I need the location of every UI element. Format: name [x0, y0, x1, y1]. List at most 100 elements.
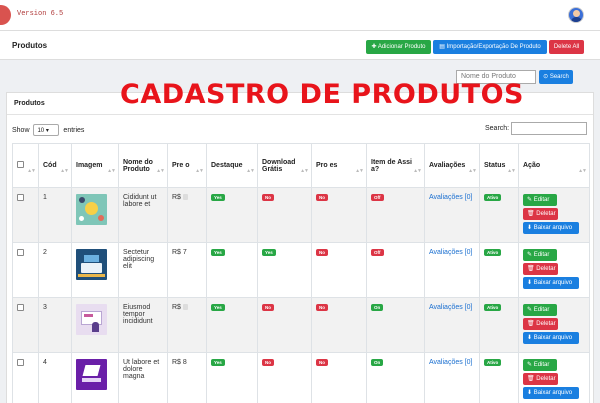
cell-preco: R$ 7	[167, 242, 207, 298]
table-search-label: Search:	[485, 125, 510, 132]
cell-preco: R$ 8	[167, 352, 207, 403]
entries-select[interactable]: 10 ▾	[33, 124, 60, 136]
sort-icon: ▲▼	[107, 168, 116, 174]
sort-icon: ▲▼	[413, 168, 422, 174]
destaque-badge: Yes	[211, 359, 225, 366]
status-badge: Ativo	[484, 304, 502, 311]
promocoes-badge: No	[316, 249, 328, 256]
search-button[interactable]: ⊙ Search	[539, 70, 573, 84]
edit-button[interactable]: ✎ Editar	[523, 249, 557, 261]
row-checkbox[interactable]	[17, 249, 24, 256]
edit-button[interactable]: ✎ Editar	[523, 304, 557, 316]
download-badge: No	[262, 304, 274, 311]
cell-nome: Sectetur adipiscing elit	[118, 242, 168, 298]
edit-icon: ✎	[527, 307, 533, 313]
col-acao[interactable]: Ação ▲▼	[518, 143, 590, 188]
edit-button[interactable]: ✎ Editar	[523, 359, 557, 371]
product-thumbnail[interactable]	[76, 249, 107, 280]
download-button[interactable]: ⬇ Baixar arquivo	[523, 277, 579, 289]
avaliacoes-link[interactable]: Avaliações [0]	[429, 249, 472, 256]
row-checkbox[interactable]	[17, 304, 24, 311]
show-entries: Show 10 ▾ entries	[12, 124, 84, 136]
trash-icon: 🗑	[527, 321, 535, 327]
cell-preco: R$	[167, 297, 207, 353]
cell-preco: R$	[167, 187, 207, 243]
download-button[interactable]: ⬇ Baixar arquivo	[523, 222, 579, 234]
sort-icon: ▲▼	[246, 168, 255, 174]
page-header: Produtos ✚ Adicionar Produto ▤ Importaçã…	[0, 31, 600, 60]
download-badge: No	[262, 194, 274, 201]
top-bar: Version 6.5	[0, 0, 600, 31]
download-button[interactable]: ⬇ Baixar arquivo	[523, 387, 579, 399]
product-thumbnail[interactable]	[76, 359, 107, 390]
trash-icon: 🗑	[527, 211, 535, 217]
edit-icon: ✎	[527, 362, 533, 368]
avaliacoes-link[interactable]: Avaliações [0]	[429, 359, 472, 366]
col-nome[interactable]: Nome do Produto ▲▼	[118, 143, 168, 188]
avaliacoes-link[interactable]: Avaliações [0]	[429, 304, 472, 311]
edit-icon: ✎	[527, 252, 533, 258]
row-checkbox[interactable]	[17, 194, 24, 201]
table-row: 2 Sectetur adipiscing elit R$ 7 Yes Yes …	[12, 242, 590, 298]
avaliacoes-link[interactable]: Avaliações [0]	[429, 194, 472, 201]
table-search-input[interactable]	[511, 122, 587, 135]
product-thumbnail[interactable]	[76, 304, 107, 335]
select-all-checkbox-cell[interactable]: ▲▼	[12, 143, 39, 188]
assinatura-badge: Off	[371, 194, 384, 201]
col-cod[interactable]: Cód ▲▼	[38, 143, 72, 188]
cell-nome: Eiusmod tempor incididunt	[118, 297, 168, 353]
col-download[interactable]: Download Grátis ▲▼	[257, 143, 312, 188]
promocoes-badge: No	[316, 359, 328, 366]
table-header-row: ▲▼ Cód ▲▼ Imagem ▲▼ Nome do Produto ▲▼ Pre …	[12, 143, 590, 188]
trash-icon: 🗑	[527, 266, 535, 272]
assinatura-badge: Off	[371, 249, 384, 256]
download-button[interactable]: ⬇ Baixar arquivo	[523, 332, 579, 344]
delete-button[interactable]: 🗑 Deletar	[523, 318, 558, 330]
cell-nome: Ut labore et dolore magna	[118, 352, 168, 403]
cell-cod: 3	[38, 297, 72, 353]
assinatura-badge: On	[371, 304, 384, 311]
cell-cod: 4	[38, 352, 72, 403]
sort-icon: ▲▼	[195, 168, 204, 174]
card-title: Produtos	[14, 100, 45, 107]
col-status[interactable]: Status ▲▼	[479, 143, 519, 188]
table-row: 3 Eiusmod tempor incididunt R$ Yes No No…	[12, 297, 590, 353]
edit-icon: ✎	[527, 197, 533, 203]
col-promocoes[interactable]: Pro es ▲▼	[311, 143, 367, 188]
products-card: Produtos Show 10 ▾ entries Search: ▲▼ Có…	[6, 92, 594, 403]
plus-icon: ✚	[371, 44, 377, 50]
import-export-button[interactable]: ▤ Importação/Exportação De Produto	[433, 40, 547, 54]
file-icon: ▤	[439, 44, 445, 50]
sort-icon: ▲▼	[27, 168, 36, 174]
download-icon: ⬇	[527, 280, 533, 286]
banner-overlay-text: CADASTRO DE PRODUTOS	[120, 79, 524, 110]
logo-icon[interactable]	[0, 5, 11, 25]
promocoes-badge: No	[316, 304, 328, 311]
page-title: Produtos	[12, 41, 48, 50]
table-row: 1 Cididunt ut labore et R$ Yes No No Off…	[12, 187, 590, 243]
col-destaque[interactable]: Destaque ▲▼	[206, 143, 258, 188]
col-avaliacoes[interactable]: Avaliações ▲▼	[424, 143, 480, 188]
delete-all-button[interactable]: Delete All	[549, 40, 584, 54]
download-icon: ⬇	[527, 335, 533, 341]
assinatura-badge: On	[371, 359, 384, 366]
delete-button[interactable]: 🗑 Deletar	[523, 208, 558, 220]
col-imagem[interactable]: Imagem ▲▼	[71, 143, 119, 188]
add-product-button[interactable]: ✚ Adicionar Produto	[366, 40, 431, 54]
sort-icon: ▲▼	[468, 168, 477, 174]
select-all-checkbox[interactable]	[17, 161, 24, 168]
delete-button[interactable]: 🗑 Deletar	[523, 263, 558, 275]
product-thumbnail[interactable]	[76, 194, 107, 225]
status-badge: Ativo	[484, 194, 502, 201]
row-checkbox[interactable]	[17, 359, 24, 366]
avatar-icon[interactable]	[568, 7, 584, 23]
download-icon: ⬇	[527, 390, 533, 396]
col-preco[interactable]: Pre o ▲▼	[167, 143, 207, 188]
edit-button[interactable]: ✎ Editar	[523, 194, 557, 206]
delete-button[interactable]: 🗑 Deletar	[523, 373, 558, 385]
sort-icon: ▲▼	[156, 168, 165, 174]
col-assinatura[interactable]: Item de Assi a? ▲▼	[366, 143, 425, 188]
download-icon: ⬇	[527, 225, 533, 231]
table-row: 4 Ut labore et dolore magna R$ 8 Yes No …	[12, 352, 590, 403]
search-icon: ⊙	[543, 74, 549, 80]
